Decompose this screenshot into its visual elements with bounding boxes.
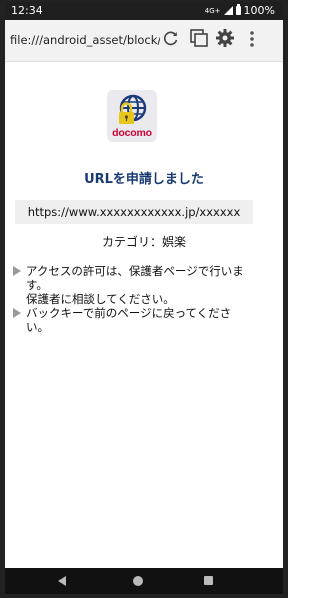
message-line: アクセスの許可は、保護者ページで行いま <box>26 264 244 278</box>
navigation-bar <box>5 568 283 594</box>
page-title: URLを申請しました <box>84 172 204 187</box>
signal-icon <box>223 6 233 15</box>
bullet-triangle-icon <box>13 266 21 276</box>
more-vert-icon[interactable] <box>249 30 255 48</box>
network-type: 4G+ <box>204 6 221 15</box>
requested-url: https://www.xxxxxxxxxxxx.jp/xxxxxx <box>15 200 253 224</box>
reload-icon[interactable] <box>163 30 179 46</box>
brand-name: docomo <box>112 127 152 139</box>
bullet-triangle-icon <box>13 308 21 318</box>
status-time: 12:34 <box>11 4 43 17</box>
back-icon[interactable] <box>58 576 66 586</box>
battery-level: 100% <box>243 4 275 17</box>
category-label: カテゴリ：娯楽 <box>101 235 186 249</box>
message-item: アクセスの許可は、保護者ページで行いま す。 保護者に相談してください。 <box>13 264 268 306</box>
home-icon[interactable] <box>133 576 143 586</box>
status-indicators: 4G+ 100% <box>205 4 275 17</box>
browser-toolbar: file:///android_asset/block/ap... <box>5 20 283 62</box>
battery-icon <box>235 4 241 15</box>
globe-lock-icon <box>119 94 147 124</box>
message-line: す。 <box>26 278 48 292</box>
message-list: アクセスの許可は、保護者ページで行いま す。 保護者に相談してください。 バック… <box>13 264 268 334</box>
gear-icon[interactable] <box>215 28 235 48</box>
status-bar: 12:34 4G+ 100% <box>5 2 283 20</box>
message-line: 保護者に相談してください。 <box>26 292 175 306</box>
address-bar[interactable]: file:///android_asset/block/ap... <box>10 33 160 47</box>
message-item: バックキーで前のページに戻ってくださ い。 <box>13 306 268 334</box>
message-line: い。 <box>26 320 49 334</box>
tabs-icon[interactable] <box>189 28 209 48</box>
screen: 12:34 4G+ 100% file:///android_asset/blo… <box>5 2 283 594</box>
recents-icon[interactable] <box>204 576 213 585</box>
phone-frame: 12:34 4G+ 100% file:///android_asset/blo… <box>0 0 288 598</box>
message-line: バックキーで前のページに戻ってくださ <box>26 306 232 320</box>
docomo-logo: docomo <box>107 90 157 142</box>
